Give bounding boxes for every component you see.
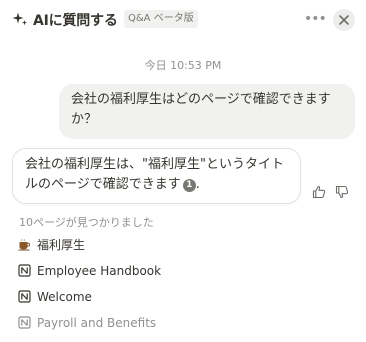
more-options-button[interactable]: •••	[304, 11, 327, 27]
assistant-message-text: 会社の福利厚生は、"福利厚生"というタイトルのページで確認できます	[25, 157, 284, 192]
user-message-bubble: 会社の福利厚生はどのページで確認できますか？	[59, 84, 355, 139]
source-item-welcome[interactable]: Welcome	[18, 287, 92, 307]
thumbs-up-icon[interactable]	[312, 185, 326, 199]
thumbs-down-icon[interactable]	[335, 185, 349, 199]
close-icon	[339, 15, 349, 25]
notion-page-icon	[18, 316, 31, 329]
close-button[interactable]	[333, 9, 355, 31]
source-label: 福利厚生	[37, 238, 86, 252]
user-message-text: 会社の福利厚生はどのページで確認できますか？	[71, 92, 331, 127]
chat-title: AIに質問する	[33, 13, 118, 29]
notion-page-icon	[18, 264, 31, 277]
source-label: Employee Handbook	[37, 264, 162, 278]
chat-header: AIに質問する Q&A ベータ版 •••	[0, 0, 366, 40]
notion-page-icon	[18, 290, 31, 303]
assistant-message-end: .	[195, 177, 200, 192]
source-label: Payroll and Benefits	[37, 316, 157, 330]
source-item-employee-handbook[interactable]: Employee Handbook	[18, 261, 161, 281]
beta-badge: Q&A ベータ版	[124, 10, 198, 28]
sparkle-icon	[12, 12, 28, 26]
source-label: Welcome	[37, 290, 92, 304]
source-item-payroll-and-benefits[interactable]: Payroll and Benefits	[18, 313, 156, 333]
citation-marker[interactable]: 1	[182, 179, 196, 192]
message-timestamp: 今日 10:53 PM	[144, 59, 222, 72]
source-item-fukuri-kousei[interactable]: 福利厚生	[18, 235, 85, 255]
coffee-icon	[18, 238, 31, 251]
assistant-message-bubble: 会社の福利厚生は、"福利厚生"というタイトルのページで確認できます 1.	[12, 148, 301, 204]
sources-count-label: 10ページが見つかりました	[19, 216, 154, 229]
